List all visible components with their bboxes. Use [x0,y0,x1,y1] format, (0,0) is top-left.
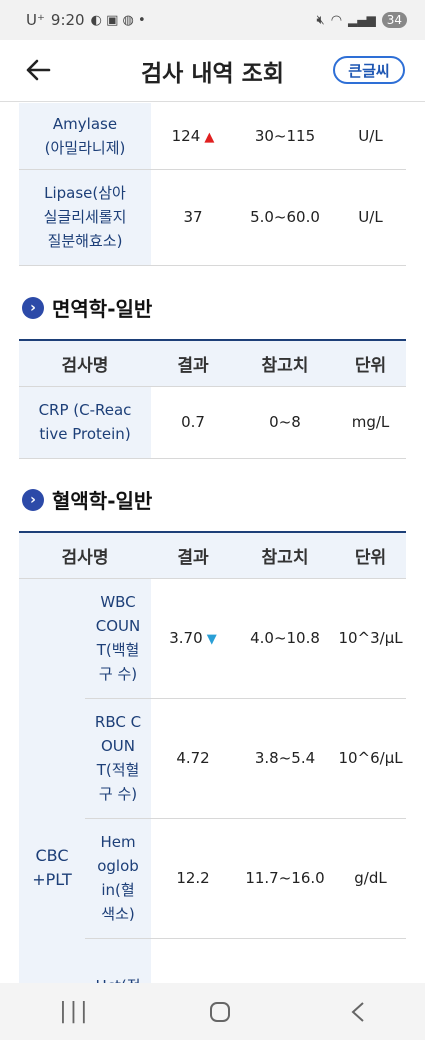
unit-cell: g/dL [335,818,407,939]
column-header: 단위 [335,340,406,387]
unit-cell: 10^6/μL [335,698,407,819]
test-name-cell: Hem oglob in(혈 색소) [85,818,152,939]
reference-cell: 3.8~5.4 [235,698,336,819]
app-bar: 검사 내역 조회 큰글씨 [0,40,425,102]
result-cell: 37 [151,169,235,266]
notification-icons: ◐ ▣ ◍ • [90,12,146,28]
home-icon[interactable] [209,1001,231,1023]
result-cell: 3.70 ▼ [151,578,236,699]
large-font-button[interactable]: 큰글씨 [333,56,405,84]
back-button[interactable] [22,54,54,86]
back-icon[interactable] [350,1001,366,1023]
unit-cell: U/L [335,103,406,170]
status-bar: U⁺ 9:20 ◐ ▣ ◍ • 🔇︎ ◠ ▂▄▆ 34 [0,0,425,40]
result-cell: 0.7 [151,386,235,459]
column-header: 검사명 [19,532,152,579]
test-name-cell: Hct(적혈구용 [85,938,152,983]
arrow-up-icon: ▲ [200,129,215,145]
section-immunology: › 면역학-일반 [22,293,152,322]
result-value: 37 [183,208,203,226]
reference-cell: 34.8~47.0 [235,938,336,983]
unit-cell: U/L [335,169,406,266]
group-label-cell: CBC +PLT [19,578,85,983]
clock: 9:20 [50,11,85,29]
result-cell: 12.2 [151,818,236,939]
arrow-down-icon: ▼ [202,632,217,647]
result-cell: 37.3 [151,938,236,983]
column-header: 단위 [335,532,407,579]
reference-cell: 4.0~10.8 [235,578,336,699]
unit-cell: % [335,938,407,983]
reference-cell: 0~8 [235,386,335,459]
immunology-table: 검사명 결과 참고치 단위 CRP (C-Reac tive Protein) 0.7 0~… [19,339,406,459]
test-name-cell: RBC C OUN T(적혈 구 수) [85,698,152,819]
test-name-cell: Amylase (아밀라니제) [19,103,151,170]
system-nav-bar: ||| [0,983,425,1040]
test-name-cell: Lipase(삼아 실글리세롤지 질분해효소) [19,169,151,266]
reference-cell: 30~115 [235,103,335,170]
hematology-table: 검사명 결과 참고치 단위 CBC +PLT WBC COUN T(백혈 구 수) 3.70 ▼ 4… [19,531,407,983]
result-value: 3.70 [169,629,203,647]
result-value: 4.72 [176,749,210,767]
unit-cell: mg/L [335,386,406,459]
chemistry-table: Amylase (아밀라니제) 124 ▲ 30~115 U/L Lipase(삼아 실글리… [19,103,406,266]
table-row: Lipase(삼아 실글리세롤지 질분해효소) 37 5.0~60.0 U/L [19,169,406,266]
result-value: 12.2 [176,869,210,887]
carrier-label: U⁺ [26,11,45,29]
column-header: 참고치 [235,340,335,387]
section-hematology: › 혈액학-일반 [22,485,152,514]
chevron-right-icon: › [22,488,44,511]
signal-icon: ▂▄▆ [348,13,376,27]
test-name-cell: WBC COUN T(백혈 구 수) [85,578,152,699]
wifi-icon: ◠ [330,12,343,28]
content-scroll[interactable]: Amylase (아밀라니제) 124 ▲ 30~115 U/L Lipase(삼아 실글리… [0,103,425,983]
result-value: 0.7 [181,413,205,431]
column-header: 결과 [151,340,235,387]
mute-icon: 🔇︎ [316,12,325,28]
reference-cell: 11.7~16.0 [235,818,336,939]
table-row: CRP (C-Reac tive Protein) 0.7 0~8 mg/L [19,386,406,459]
section-title: 혈액학-일반 [52,489,153,513]
reference-cell: 5.0~60.0 [235,169,335,266]
column-header: 결과 [151,532,236,579]
arrow-left-icon [26,59,51,81]
column-header: 검사명 [19,340,151,387]
column-header: 참고치 [235,532,336,579]
table-row: Amylase (아밀라니제) 124 ▲ 30~115 U/L [19,103,406,170]
test-name-cell: CRP (C-Reac tive Protein) [19,386,151,459]
section-title: 면역학-일반 [52,297,153,321]
result-cell: 4.72 [151,698,236,819]
result-cell: 124 ▲ [151,103,235,170]
chevron-right-icon: › [22,296,44,319]
battery-indicator: 34 [381,12,407,28]
result-value: 124 [171,126,201,145]
table-row: CBC +PLT WBC COUN T(백혈 구 수) 3.70 ▼ 4.0~10.8 10^3… [19,578,407,983]
unit-cell: 10^3/μL [335,578,407,699]
recent-apps-icon[interactable]: ||| [59,999,90,1024]
